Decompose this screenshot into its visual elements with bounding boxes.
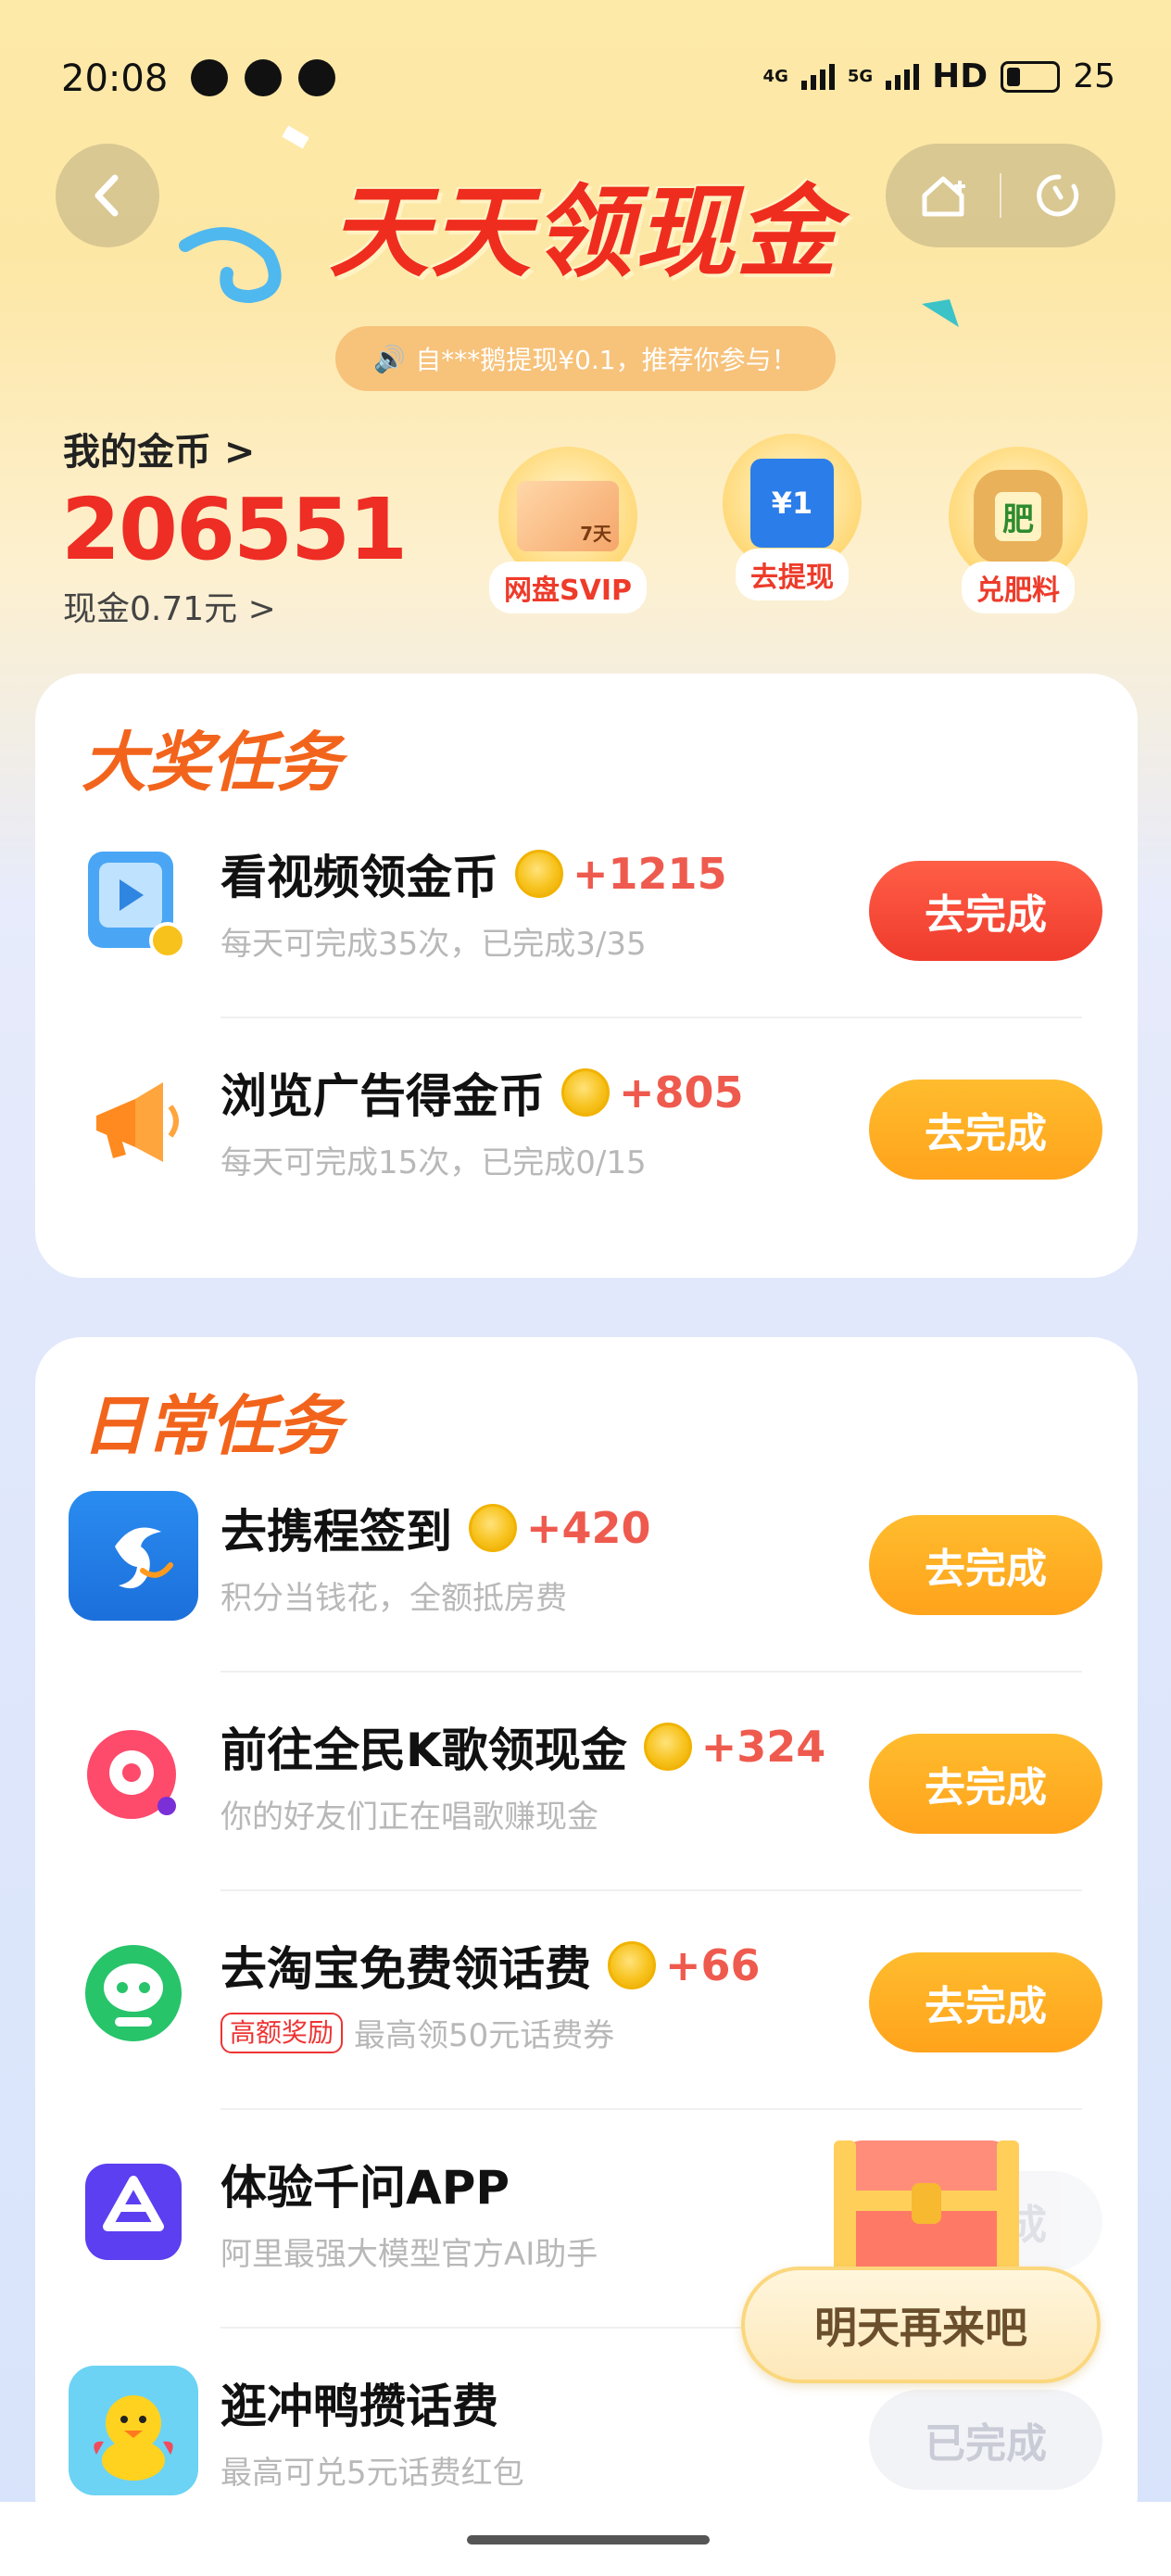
task-reward: +805 <box>619 1067 744 1118</box>
come-back-tomorrow-button[interactable]: 明天再来吧 <box>741 2267 1101 2383</box>
task-name: 看视频领金币 +1215 <box>220 840 727 907</box>
task-row: 浏览广告得金币 +805 每天可完成15次，已完成0/15 去完成 <box>35 1018 1138 1237</box>
network-5g-label: 5G <box>847 67 874 86</box>
home-add-icon <box>922 176 965 217</box>
task-name: 逛冲鸭攒话费 <box>220 2369 498 2436</box>
confetti-swirl-icon <box>179 227 282 304</box>
completed-button: 已完成 <box>869 2390 1102 2490</box>
shortcut-label: 网盘SVIP <box>489 562 647 613</box>
treasure-chest-icon[interactable] <box>834 2131 1019 2289</box>
mini-program-capsule <box>886 144 1115 247</box>
task-title: 体验千问APP <box>220 2161 510 2215</box>
complete-button[interactable]: 去完成 <box>869 1734 1102 1834</box>
page-title: 天天领现金 <box>328 175 838 291</box>
task-name: 去携程签到 +420 <box>220 1495 651 1561</box>
coin-icon <box>608 1941 656 1989</box>
chevron-left-icon <box>94 174 119 217</box>
task-desc: 阿里最强大模型官方AI助手 <box>220 2236 598 2273</box>
status-bar: 20:08 4G 5G HD 25 <box>0 0 1171 158</box>
fertilizer-label: 肥 <box>995 491 1041 541</box>
task-reward: +66 <box>665 1940 761 1990</box>
cash-balance-link[interactable]: 现金0.71元 > <box>63 582 276 630</box>
taobao-mascot-icon <box>69 1928 198 2058</box>
system-status: 4G 5G HD 25 <box>763 57 1115 95</box>
task-row: 前往全民K歌领现金 +324 你的好友们正在唱歌赚现金 去完成 <box>35 1673 1138 1891</box>
task-name: 浏览广告得金币 +805 <box>220 1059 744 1126</box>
ctrip-app-icon <box>69 1491 198 1621</box>
task-row: 去淘宝免费领话费 +66 高额奖励 最高领50元话费券 去完成 <box>35 1891 1138 2110</box>
notification-icons <box>191 59 335 96</box>
shortcut-svip[interactable]: 7天 网盘SVIP <box>489 447 647 613</box>
task-reward: +1215 <box>573 849 727 899</box>
cloud-icon <box>298 59 335 96</box>
task-desc: 高额奖励 最高领50元话费券 <box>220 2010 614 2055</box>
task-desc: 你的好友们正在唱歌赚现金 <box>220 1799 598 1836</box>
section-title: 大奖任务 <box>82 725 341 801</box>
status-time: 20:08 <box>61 57 169 100</box>
add-to-home-button[interactable] <box>886 144 1000 247</box>
task-name: 体验千问APP <box>220 2151 510 2217</box>
coin-icon <box>469 1504 517 1552</box>
shortcut-withdraw[interactable]: ¥1 去提现 <box>713 434 871 600</box>
task-title: 去淘宝免费领话费 <box>220 1942 591 1996</box>
notice-text: 自***鹅提现¥0.1，推荐你参与！ <box>415 345 798 375</box>
svip-days: 7天 <box>580 523 611 545</box>
task-title: 前往全民K歌领现金 <box>220 1724 627 1777</box>
task-name: 前往全民K歌领现金 +324 <box>220 1713 825 1780</box>
complete-button[interactable]: 去完成 <box>869 1515 1102 1615</box>
message-icon <box>191 59 228 96</box>
coin-icon <box>515 850 563 898</box>
task-reward: +420 <box>526 1503 651 1553</box>
battery-level: 25 <box>1073 57 1115 95</box>
task-title: 浏览广告得金币 <box>220 1069 545 1123</box>
speaker-icon: 🔊 <box>373 343 407 374</box>
confetti-piece-icon <box>282 125 309 149</box>
duck-app-icon <box>69 2366 198 2495</box>
hd-label: HD <box>932 57 988 95</box>
task-title: 看视频领金币 <box>220 851 498 904</box>
megaphone-icon <box>69 1055 198 1185</box>
refresh-icon <box>1036 174 1078 217</box>
my-coins-link[interactable]: 我的金币 > <box>63 422 255 475</box>
coins-balance: 206551 <box>61 480 408 579</box>
task-title: 逛冲鸭攒话费 <box>220 2380 498 2433</box>
back-button[interactable] <box>56 144 159 247</box>
battery-icon <box>1001 60 1061 93</box>
task-desc: 每天可完成15次，已完成0/15 <box>220 1144 647 1181</box>
big-tasks-card: 大奖任务 看视频领金币 +1215 每天可完成35次，已完成3/35 去完成 浏… <box>35 674 1138 1278</box>
complete-button[interactable]: 去完成 <box>869 1080 1102 1180</box>
task-name: 去淘宝免费领话费 +66 <box>220 1932 761 1999</box>
kge-app-icon <box>69 1710 198 1839</box>
chat-icon <box>245 59 282 96</box>
task-row: 看视频领金币 +1215 每天可完成35次，已完成3/35 去完成 <box>35 800 1138 1018</box>
task-desc: 最高可兑5元话费红包 <box>220 2455 524 2492</box>
high-reward-badge: 高额奖励 <box>220 2012 344 2053</box>
shortcut-fertilizer[interactable]: 肥 兑肥料 <box>939 447 1097 613</box>
task-reward: +324 <box>700 1722 826 1772</box>
coin-icon <box>561 1068 610 1117</box>
confetti-piece-icon <box>922 299 959 327</box>
home-indicator[interactable] <box>467 2535 710 2544</box>
withdraw-amount: ¥1 <box>750 459 834 548</box>
restart-button[interactable] <box>1001 144 1115 247</box>
complete-button[interactable]: 去完成 <box>869 1952 1102 2052</box>
task-desc: 每天可完成35次，已完成3/35 <box>220 926 647 963</box>
qwen-app-icon <box>69 2147 198 2277</box>
shortcut-label: 去提现 <box>736 549 849 600</box>
coin-icon <box>643 1723 692 1771</box>
withdraw-notice: 🔊 自***鹅提现¥0.1，推荐你参与！ <box>335 326 836 391</box>
signal-4g-icon <box>800 63 835 90</box>
task-row: 去携程签到 +420 积分当钱花，全额抵房费 去完成 <box>35 1454 1138 1673</box>
complete-button[interactable]: 去完成 <box>869 861 1102 961</box>
video-play-icon <box>69 837 198 966</box>
shortcut-label: 兑肥料 <box>962 562 1075 613</box>
signal-5g-icon <box>886 63 920 90</box>
task-desc: 积分当钱花，全额抵房费 <box>220 1580 567 1617</box>
task-desc-text: 最高领50元话费券 <box>354 2017 615 2054</box>
task-title: 去携程签到 <box>220 1505 452 1559</box>
network-4g-label: 4G <box>762 67 788 86</box>
